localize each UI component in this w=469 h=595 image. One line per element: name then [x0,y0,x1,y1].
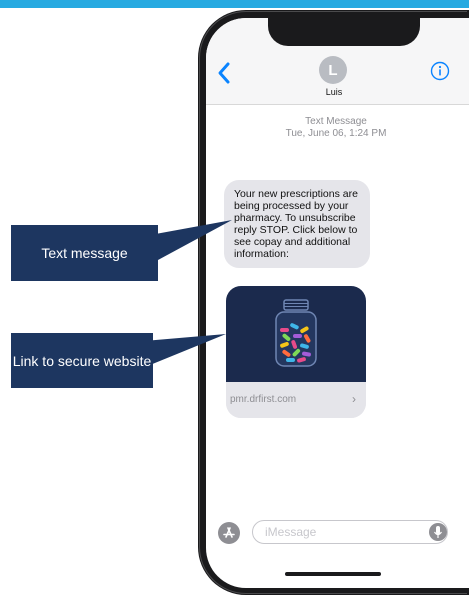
home-indicator [285,572,381,576]
message-timestamp: Tue, June 06, 1:24 PM [285,128,387,139]
microphone-icon[interactable] [429,523,447,541]
imessage-input[interactable]: iMessage [252,520,448,544]
phone-notch [268,18,420,46]
link-preview-footer[interactable]: pmr.drfirst.com › [226,382,366,418]
link-preview-card[interactable]: pmr.drfirst.com › [226,286,366,418]
link-preview-image [226,286,366,382]
callout-text-message: Text message [11,225,158,281]
phone-screen: L Luis Text Message Tue, June 06, 1:24 P… [206,18,469,588]
link-url[interactable]: pmr.drfirst.com [230,394,296,405]
incoming-message-bubble: Your new prescriptions are being process… [224,180,370,268]
message-composer: iMessage [206,514,469,554]
message-type-label: Text Message [305,116,367,127]
top-accent-bar [0,0,469,8]
contact-name[interactable]: Luis [294,87,374,97]
callout-secure-link: Link to secure website [11,333,153,388]
contact-avatar[interactable]: L [319,56,347,84]
chevron-right-icon: › [352,392,356,406]
info-icon[interactable] [430,61,450,81]
app-store-icon[interactable] [218,522,240,544]
pill-bottle-icon [275,299,317,367]
back-chevron-icon[interactable] [216,61,232,85]
